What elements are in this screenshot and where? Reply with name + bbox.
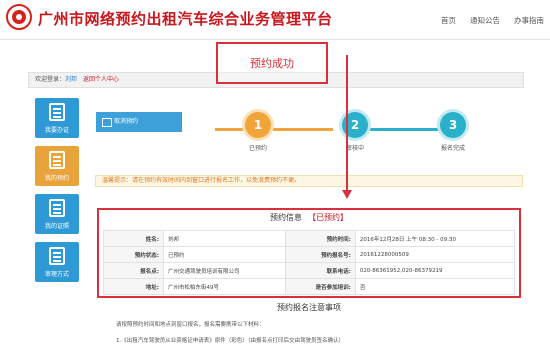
tip-text: 温馨提示：请在预约有效时间内到窗口进行报名工作，以免浪费预约不便。 [102,177,301,184]
edit-icon [49,151,65,169]
phone-value: 020-86361952,020-86379219 [354,262,516,279]
site-logo-icon [6,4,32,30]
sidebar-item-my-license[interactable]: 我的证照 [35,194,79,234]
table-row: 报名点: 广州交通驾驶员培训有限公司 联系电话: 020-86361952,02… [103,262,516,279]
cancel-appointment-button[interactable]: 取消预约 [96,112,182,132]
sidebar-item-label: 审理方式 [44,271,69,278]
step-1-circle: 1 [245,112,271,138]
address-value: 广州市松柏东街49号 [163,278,286,295]
notice-line: 1.《出租汽车驾驶员从业资格证申请表》原件（彩色）（由报名点打印后交由驾驶员签名… [116,338,345,344]
progress-line-left [215,128,333,131]
info-title-text: 预约信息 [270,213,302,222]
training-value: 否 [354,278,516,295]
welcome-user-link[interactable]: 刘邦 [65,76,77,83]
name-label: 姓名: [103,230,164,247]
document-icon [49,103,65,121]
table-row: 地址: 广州市松柏东街49号 是否参加培训: 否 [103,278,516,295]
step-3-circle: 3 [440,112,466,138]
book-icon [49,247,65,265]
annotation-arrow-line [346,55,348,195]
site-header: 广州市网络预约出租汽车综合业务管理平台 首页 通知公告 办事指南 [0,0,550,40]
notice-line: 请按照预约时间和地点到窗口报名，报名需要携带以下材料： [116,322,265,328]
progress-line-right [360,128,440,131]
time-value: 2016年12月28日 上午 08:30 - 09:30 [354,230,516,247]
training-label: 是否参加培训: [284,278,356,295]
appointment-number-label: 预约报名号: [284,246,356,263]
notice-title: 预约报名注意事项 [277,303,341,312]
phone-label: 联系电话: [284,262,356,279]
address-label: 地址: [103,278,164,295]
tip-bar: 温馨提示：请在预约有效时间内到窗口进行报名工作，以免浪费预约不便。 [95,175,523,187]
name-value: 刘邦 [163,230,286,247]
sidebar-item-review-method[interactable]: 审理方式 [35,242,79,282]
sidebar-item-label: 我的预约 [44,175,69,182]
nav-home-link[interactable]: 首页 [441,15,456,26]
back-to-center-link[interactable]: 返回个人中心 [83,76,119,83]
appointment-status-badge: 【已预约】 [308,213,348,222]
annotation-arrow-head-icon [342,190,352,199]
sidebar-item-apply[interactable]: 我要办证 [35,98,79,138]
step-3-label: 报名完成 [440,145,465,152]
license-icon [49,199,65,217]
table-row: 姓名: 刘邦 预约时间: 2016年12月28日 上午 08:30 - 09:3… [103,230,516,247]
welcome-prefix: 欢迎登录： [35,76,66,83]
table-row: 预约状态: 已预约 预约报名号: 20161228000509 [103,246,516,263]
step-2-label: 审核中 [345,145,364,152]
time-label: 预约时间: [284,230,356,247]
appointment-info-box: 预约信息 【已预约】 姓名: 刘邦 预约时间: 2016年12月28日 上午 08… [97,208,521,298]
step-1-label: 已预约 [248,145,267,152]
sidebar-item-label: 我要办证 [44,127,69,134]
sidebar-item-my-appointment[interactable]: 我的预约 [35,146,79,186]
nav-guide-link[interactable]: 办事指南 [514,15,544,26]
appointment-number-value: 20161228000509 [354,246,516,263]
sidebar-item-label: 我的证照 [44,223,69,230]
nav-notice-link[interactable]: 通知公告 [470,15,500,26]
sidebar: 我要办证 我的预约 我的证照 审理方式 [35,98,79,290]
status-value: 已预约 [163,246,286,263]
site-label: 报名点: [103,262,164,279]
success-callout: 预约成功 [216,42,328,84]
site-title: 广州市网络预约出租汽车综合业务管理平台 [38,10,333,28]
appointment-info-table: 姓名: 刘邦 预约时间: 2016年12月28日 上午 08:30 - 09:3… [103,230,516,295]
top-nav: 首页 通知公告 办事指南 [441,15,544,26]
appointment-info-title: 预约信息 【已预约】 [99,212,519,223]
site-value: 广州交通驾驶员培训有限公司 [163,262,286,279]
status-label: 预约状态: [103,246,164,263]
